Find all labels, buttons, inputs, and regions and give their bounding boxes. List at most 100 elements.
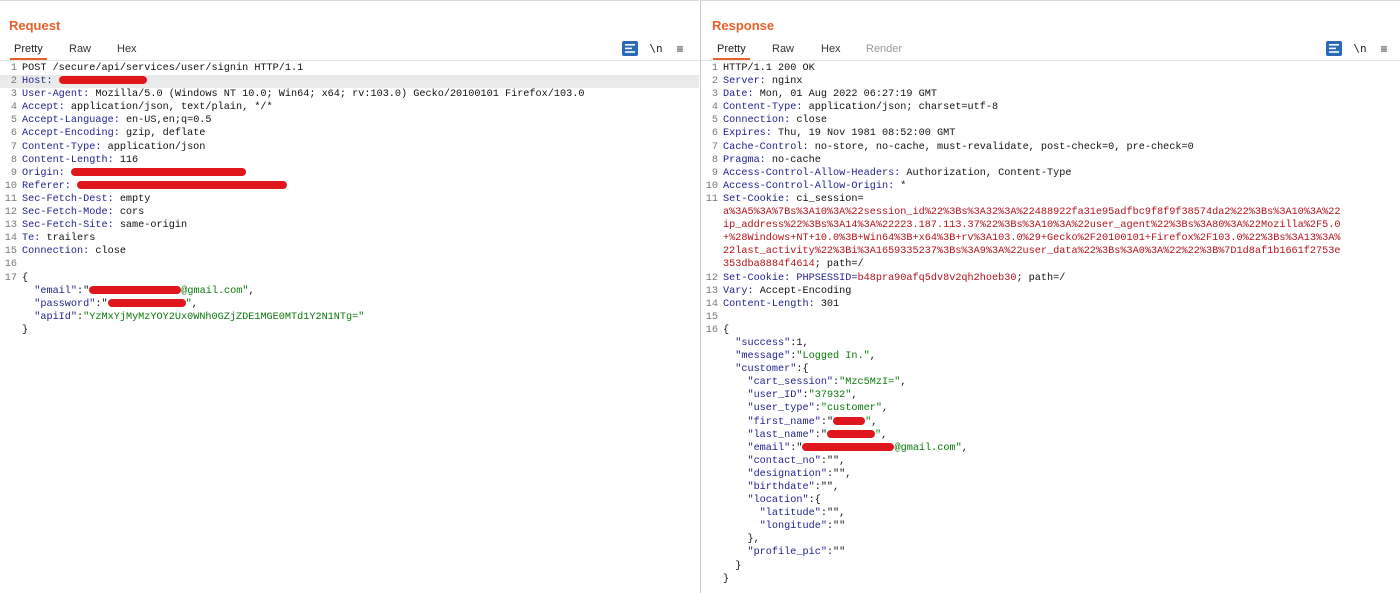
request-tab-pretty[interactable]: Pretty <box>10 43 47 60</box>
line-content: Server: nginx <box>723 75 802 88</box>
header-key: "user_type" <box>723 403 815 415</box>
code-line: 2 Server: nginx <box>701 75 1400 88</box>
code-line: 7 Cache-Control: no-store, no-cache, must… <box>701 141 1400 154</box>
request-tab-raw[interactable]: Raw <box>69 43 91 55</box>
line-content: Sec-Fetch-Dest: empty <box>22 193 150 206</box>
code-text: , <box>961 442 968 454</box>
line-content: Set-Cookie: ci_session= <box>723 193 864 206</box>
header-key: Host: <box>22 76 53 88</box>
code-text: , <box>881 403 889 415</box>
line-content: Referer: <box>22 180 288 193</box>
line-content: }, <box>723 533 760 546</box>
header-key: Connection: <box>723 115 791 127</box>
header-key: Cache-Control: <box>723 141 809 153</box>
code-text: ; path=/ <box>814 259 864 271</box>
header-key: Content-Type: <box>723 102 803 114</box>
code-text: } <box>723 560 742 572</box>
header-key: Content-Type: <box>22 141 102 153</box>
line-number: 6 <box>10 128 17 140</box>
code-line: 4 Accept: application/json, text/plain, *… <box>0 101 699 114</box>
code-text: :" <box>77 285 90 297</box>
request-tabs: Pretty Raw Hex <box>0 41 699 60</box>
code-text: :" <box>814 429 827 441</box>
line-content: "contact_no":"", <box>723 455 845 468</box>
code-line: "user_ID":"37932", <box>701 389 1400 402</box>
code-line: 9 Origin: <box>0 167 699 180</box>
code-text: , <box>851 390 858 402</box>
line-number: 8 <box>711 154 718 166</box>
line-content: "profile_pic":"" <box>723 546 845 559</box>
code-text: :"" <box>826 521 846 533</box>
line-number: 9 <box>711 167 718 179</box>
code-text: :" <box>790 442 803 454</box>
line-content: "designation":"", <box>723 468 851 481</box>
menu-icon[interactable]: ≡ <box>1376 41 1392 56</box>
line-content: Sec-Fetch-Mode: cors <box>22 206 144 219</box>
code-line: "location":{ <box>701 494 1400 507</box>
code-line: 353dba8884f4614; path=/ <box>701 258 1400 271</box>
code-text: , <box>871 416 878 428</box>
request-editor[interactable]: 1 POST /secure/api/services/user/signin H… <box>0 62 699 337</box>
line-content: } <box>22 324 28 337</box>
header-key: Server: <box>723 76 766 88</box>
response-editor[interactable]: 1 HTTP/1.1 200 OK 2 Server: nginx 3 Date: Mon… <box>701 62 1400 586</box>
request-title: Request <box>9 18 61 33</box>
code-line: 6 Accept-Encoding: gzip, deflate <box>0 127 699 140</box>
line-content: "customer":{ <box>723 363 808 376</box>
header-key: "designation" <box>723 468 827 480</box>
newline-icon[interactable]: \n <box>648 41 664 56</box>
header-key: "latitude" <box>723 508 821 520</box>
code-line: 13 Sec-Fetch-Site: same-origin <box>0 219 699 232</box>
wrap-format-icon[interactable] <box>622 41 638 56</box>
line-content: "password":" ", <box>22 298 198 311</box>
line-number: 3 <box>10 89 17 101</box>
code-line: a%3A5%3A%7Bs%3A10%3A%22session_id%22%3Bs… <box>701 206 1400 219</box>
line-number: 14 <box>705 298 718 310</box>
code-line: ip_address%22%3Bs%3A14%3A%22223.187.113.… <box>701 219 1400 232</box>
line-number: 1 <box>10 63 17 74</box>
code-line: 1 POST /secure/api/services/user/signin H… <box>0 62 699 75</box>
header-key: "success" <box>723 337 791 349</box>
line-content: a%3A5%3A%7Bs%3A10%3A%22session_id%22%3Bs… <box>723 206 1340 219</box>
code-line: 8 Pragma: no-cache <box>701 154 1400 167</box>
response-tab-raw[interactable]: Raw <box>772 43 794 55</box>
code-line: "latitude":"", <box>701 507 1400 520</box>
header-key: Accept: <box>22 102 65 114</box>
code-text: , <box>869 351 876 363</box>
code-line: 12 Set-Cookie: PHPSESSID=b48pra90afq5dv8v… <box>701 272 1400 285</box>
response-pane: Response Pretty Raw Hex Render \n ≡ 1 HTT… <box>700 0 1400 593</box>
response-tab-render[interactable]: Render <box>866 43 902 55</box>
line-content: +%28Windows+NT+10.0%3B+Win64%3B+x64%3B+r… <box>723 232 1340 245</box>
line-content: HTTP/1.1 200 OK <box>723 62 815 75</box>
line-content: "first_name":" ", <box>723 416 877 429</box>
string-value: "customer" <box>820 403 882 415</box>
code-line: 6 Expires: Thu, 19 Nov 1981 08:52:00 GMT <box>701 127 1400 140</box>
code-line: 14 Te: trailers <box>0 232 699 245</box>
response-tab-pretty[interactable]: Pretty <box>713 43 750 60</box>
request-tab-hex[interactable]: Hex <box>117 43 137 55</box>
code-line: 12 Sec-Fetch-Mode: cors <box>0 206 699 219</box>
code-text: application/json <box>101 141 206 153</box>
code-text: :"", <box>814 482 840 493</box>
code-line: 5 Connection: close <box>701 114 1400 127</box>
line-content: } <box>723 560 741 573</box>
response-title: Response <box>712 18 775 33</box>
header-key: Expires: <box>723 128 772 140</box>
code-line: 17 { <box>0 272 699 285</box>
code-line: "longitude":"" <box>701 520 1400 533</box>
response-tab-hex[interactable]: Hex <box>821 43 841 55</box>
code-line: 8 Content-Length: 116 <box>0 154 699 167</box>
line-content: Origin: <box>22 167 246 180</box>
code-text: }, <box>723 534 760 546</box>
line-content: "user_type":"customer", <box>723 402 888 415</box>
newline-icon[interactable]: \n <box>1352 41 1368 56</box>
header-key: Accept-Encoding: <box>22 128 120 140</box>
code-text: no-store, no-cache, must-revalidate, pos… <box>808 141 1194 153</box>
header-key: Referer: <box>22 180 71 192</box>
code-line: "last_name":" ", <box>701 429 1400 442</box>
wrap-format-icon[interactable] <box>1326 41 1342 56</box>
menu-icon[interactable]: ≡ <box>672 41 688 56</box>
code-text: { <box>22 272 29 284</box>
string-value: "YzMxYjMyMzYOY2Ux0WNh0GZjZDE1MGE0MTd1Y2N… <box>83 311 365 323</box>
